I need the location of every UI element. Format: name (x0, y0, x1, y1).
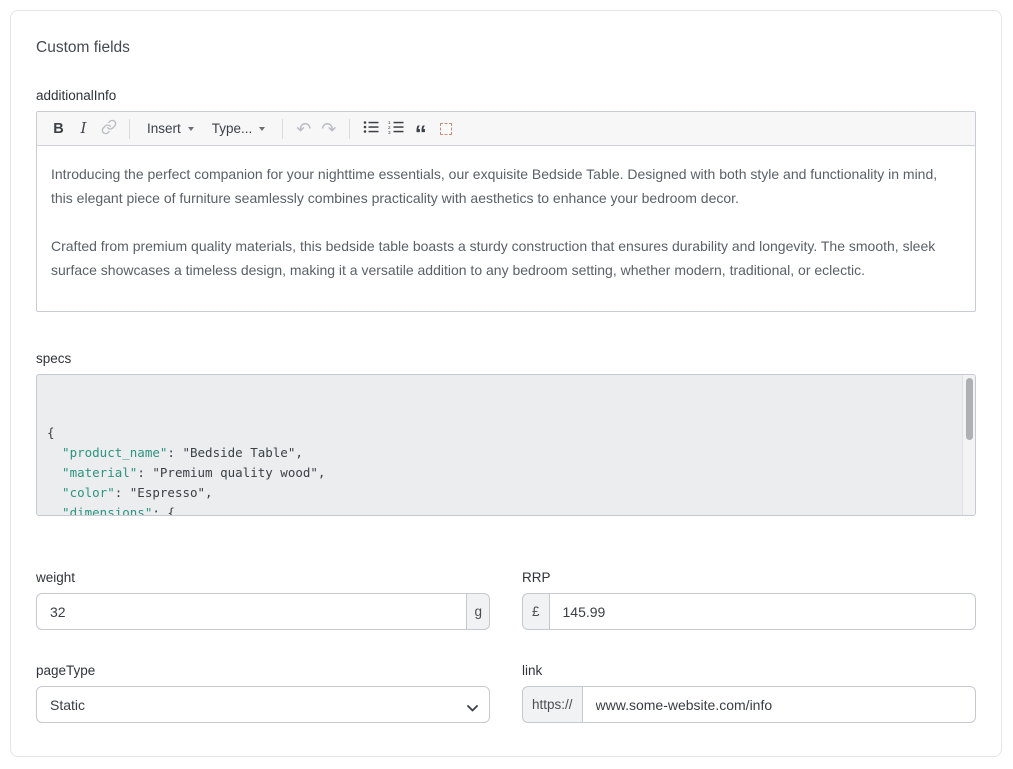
svg-text:3: 3 (388, 130, 391, 135)
rrp-field-group: RRP £ (522, 570, 976, 630)
custom-fields-panel: Custom fields additionalInfo B I Insert (10, 10, 1002, 757)
weight-field-group: weight g (36, 570, 490, 630)
type-dropdown[interactable]: Type... (203, 116, 275, 142)
type-dropdown-label: Type... (212, 121, 253, 136)
page-type-field-group: pageType Static (36, 663, 490, 723)
rrp-currency-addon: £ (522, 593, 549, 630)
specs-code-line: { (47, 423, 949, 443)
embed-button[interactable] (433, 116, 458, 142)
chevron-down-icon (259, 127, 265, 131)
blockquote-button[interactable]: “ (408, 116, 433, 142)
toolbar-divider (282, 119, 283, 139)
link-icon (101, 119, 117, 139)
embed-icon (440, 123, 452, 135)
insert-dropdown[interactable]: Insert (138, 116, 203, 142)
redo-icon: ↷ (321, 120, 336, 138)
numbered-list-button[interactable]: 1 2 3 (383, 116, 408, 142)
specs-code: { "product_name": "Bedside Table", "mate… (47, 423, 949, 516)
link-label: link (522, 663, 976, 678)
editor-toolbar: B I Insert Type... ↶ ↷ (37, 112, 975, 146)
toolbar-divider (349, 119, 350, 139)
rich-text-editor: B I Insert Type... ↶ ↷ (36, 111, 976, 312)
redo-button[interactable]: ↷ (316, 116, 341, 142)
editor-content[interactable]: Introducing the perfect companion for yo… (37, 146, 975, 311)
specs-code-line: "color": "Espresso", (47, 483, 949, 503)
scrollbar-track[interactable] (962, 375, 975, 515)
specs-code-line: "product_name": "Bedside Table", (47, 443, 949, 463)
undo-icon: ↶ (296, 120, 311, 138)
bullet-list-icon (363, 119, 379, 139)
rrp-label: RRP (522, 570, 976, 585)
resize-handle-icon[interactable] (963, 503, 973, 513)
scrollbar-thumb[interactable] (966, 378, 973, 440)
weight-input[interactable] (36, 593, 466, 630)
specs-textarea[interactable]: { "product_name": "Bedside Table", "mate… (36, 374, 976, 516)
page-type-label: pageType (36, 663, 490, 678)
editor-paragraph: Introducing the perfect companion for yo… (51, 162, 961, 210)
weight-unit-addon: g (466, 593, 490, 630)
numbered-list-icon: 1 2 3 (388, 119, 404, 139)
bold-button[interactable]: B (46, 116, 71, 142)
bullet-list-button[interactable] (358, 116, 383, 142)
insert-dropdown-label: Insert (147, 121, 181, 136)
specs-label: specs (36, 351, 976, 366)
specs-code-line: "material": "Premium quality wood", (47, 463, 949, 483)
rrp-input[interactable] (549, 593, 976, 630)
editor-paragraph: Crafted from premium quality materials, … (51, 234, 961, 282)
undo-button[interactable]: ↶ (291, 116, 316, 142)
italic-button[interactable]: I (71, 116, 96, 142)
blockquote-icon: “ (415, 130, 427, 140)
additional-info-label: additionalInfo (36, 88, 976, 103)
panel-title: Custom fields (36, 39, 976, 57)
chevron-down-icon (188, 127, 194, 131)
page-type-select[interactable]: Static (36, 686, 490, 723)
link-input[interactable] (582, 686, 976, 723)
weight-label: weight (36, 570, 490, 585)
specs-code-line: "dimensions": { (47, 503, 949, 516)
link-field-group: link https:// (522, 663, 976, 723)
link-protocol-addon: https:// (522, 686, 582, 723)
toolbar-divider (129, 119, 130, 139)
link-button[interactable] (96, 116, 121, 142)
